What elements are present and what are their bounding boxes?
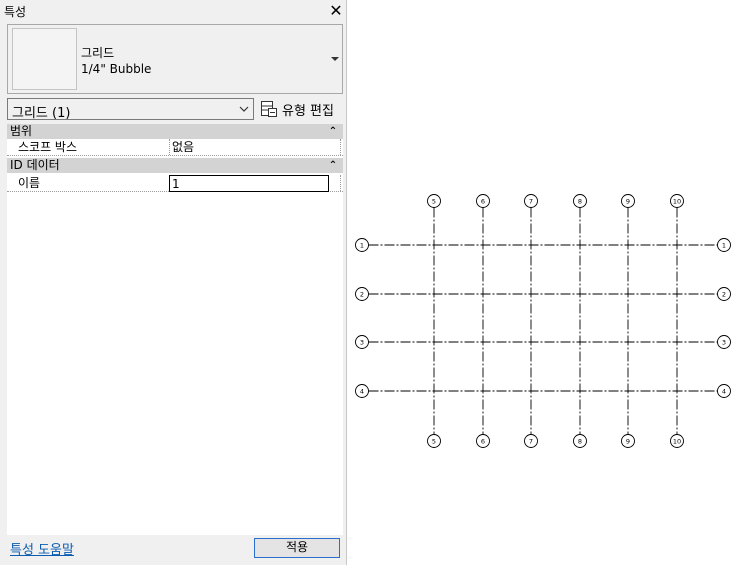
grid-bubble-left[interactable]: 3 — [355, 335, 369, 349]
grid-bubble-left[interactable]: 4 — [355, 384, 369, 398]
grid-bubble-label: 8 — [578, 437, 582, 445]
grid-bubble-label: 3 — [722, 338, 726, 346]
grid-bubble-label: 5 — [432, 197, 436, 205]
grid-bubble-bottom[interactable]: 9 — [621, 434, 635, 448]
name-field[interactable] — [169, 175, 329, 192]
edit-type-label: 유형 편집 — [282, 104, 334, 119]
property-value[interactable]: 없음 — [169, 139, 332, 155]
apply-button[interactable]: 적용 — [254, 538, 340, 558]
grid-bubble-right[interactable]: 1 — [717, 238, 731, 252]
instance-filter-value: 그리드 (1) — [12, 106, 71, 121]
grid-bubble-bottom[interactable]: 5 — [427, 434, 441, 448]
instance-filter-dropdown[interactable]: 그리드 (1) — [7, 98, 254, 121]
grid-bubble-label: 9 — [626, 197, 630, 205]
grid-bubble-top[interactable]: 5 — [427, 194, 441, 208]
grid-bubble-label: 3 — [360, 338, 364, 346]
edit-type-icon — [261, 101, 277, 117]
grid-bubble-label: 1 — [360, 241, 364, 249]
grid-bubble-bottom[interactable]: 6 — [476, 434, 490, 448]
properties-help-link[interactable]: 특성 도움말 — [10, 539, 74, 558]
type-preview-image — [12, 28, 77, 90]
property-row-name: 이름 — [7, 175, 343, 192]
grid-bubble-label: 7 — [529, 437, 533, 445]
group-label: 범위 — [10, 124, 33, 138]
grid-plan-view[interactable]: 1 1 2 2 3 3 4 4 5 5 6 6 7 7 8 8 9 9 10 10 — [348, 0, 742, 565]
grid-bubble-top[interactable]: 6 — [476, 194, 490, 208]
group-header-identity-data[interactable]: ID 데이터 ⌃ — [7, 158, 343, 173]
grid-bubble-label: 4 — [360, 387, 364, 395]
family-name: 그리드 — [81, 46, 115, 60]
grid-bubble-top[interactable]: 9 — [621, 194, 635, 208]
chevron-down-icon — [239, 106, 249, 112]
grid-bubble-left[interactable]: 1 — [355, 238, 369, 252]
grid-bubble-label: 4 — [722, 387, 726, 395]
grid-bubble-label: 7 — [529, 197, 533, 205]
type-name: 1/4" Bubble — [81, 62, 152, 76]
close-icon[interactable]: ✕ — [327, 1, 345, 21]
drawing-canvas[interactable]: 1 1 2 2 3 3 4 4 5 5 6 6 7 7 8 8 9 9 10 10 — [348, 0, 742, 565]
grid-bubble-right[interactable]: 3 — [717, 335, 731, 349]
collapse-icon[interactable]: ⌃ — [328, 125, 338, 138]
grid-bubble-label: 10 — [673, 437, 681, 445]
grid-bubble-bottom[interactable]: 8 — [573, 434, 587, 448]
group-label: ID 데이터 — [10, 158, 60, 172]
palette-title: 특성 — [4, 5, 27, 19]
grid-bubble-label: 5 — [432, 437, 436, 445]
grid-bubble-left[interactable]: 2 — [355, 287, 369, 301]
property-name: 이름 — [18, 176, 41, 190]
grid-bubble-bottom[interactable]: 10 — [670, 434, 684, 448]
property-name: 스코프 박스 — [18, 140, 78, 154]
grid-bubble-bottom[interactable]: 7 — [524, 434, 538, 448]
grid-bubble-right[interactable]: 2 — [717, 287, 731, 301]
type-selector[interactable]: 그리드 1/4" Bubble — [7, 24, 343, 94]
row-divider — [340, 139, 343, 155]
grid-bubble-label: 2 — [722, 290, 726, 298]
property-row-scope-box: 스코프 박스 없음 — [7, 139, 343, 156]
row-divider — [340, 175, 343, 191]
grid-bubble-label: 9 — [626, 437, 630, 445]
grid-bubble-top[interactable]: 7 — [524, 194, 538, 208]
grid-bubble-top[interactable]: 8 — [573, 194, 587, 208]
properties-palette: 특성 ✕ 그리드 1/4" Bubble 그리드 (1) 유형 편집 범위 ⌃ — [0, 0, 347, 565]
palette-title-bar[interactable]: 특성 ✕ — [0, 0, 347, 22]
grid-bubble-label: 10 — [673, 197, 681, 205]
grid-bubble-top[interactable]: 10 — [670, 194, 684, 208]
grid-bubble-label: 6 — [481, 197, 485, 205]
grid-bubble-label: 8 — [578, 197, 582, 205]
grid-bubble-right[interactable]: 4 — [717, 384, 731, 398]
grid-bubble-label: 2 — [360, 290, 364, 298]
properties-grid: 범위 ⌃ 스코프 박스 없음 ID 데이터 ⌃ 이름 — [7, 124, 343, 535]
group-header-extents[interactable]: 범위 ⌃ — [7, 124, 343, 139]
chevron-down-icon[interactable] — [330, 54, 340, 64]
edit-type-button[interactable]: 유형 편집 — [259, 98, 341, 120]
grid-bubble-label: 1 — [722, 241, 726, 249]
collapse-icon[interactable]: ⌃ — [328, 159, 338, 172]
grid-bubble-label: 6 — [481, 437, 485, 445]
